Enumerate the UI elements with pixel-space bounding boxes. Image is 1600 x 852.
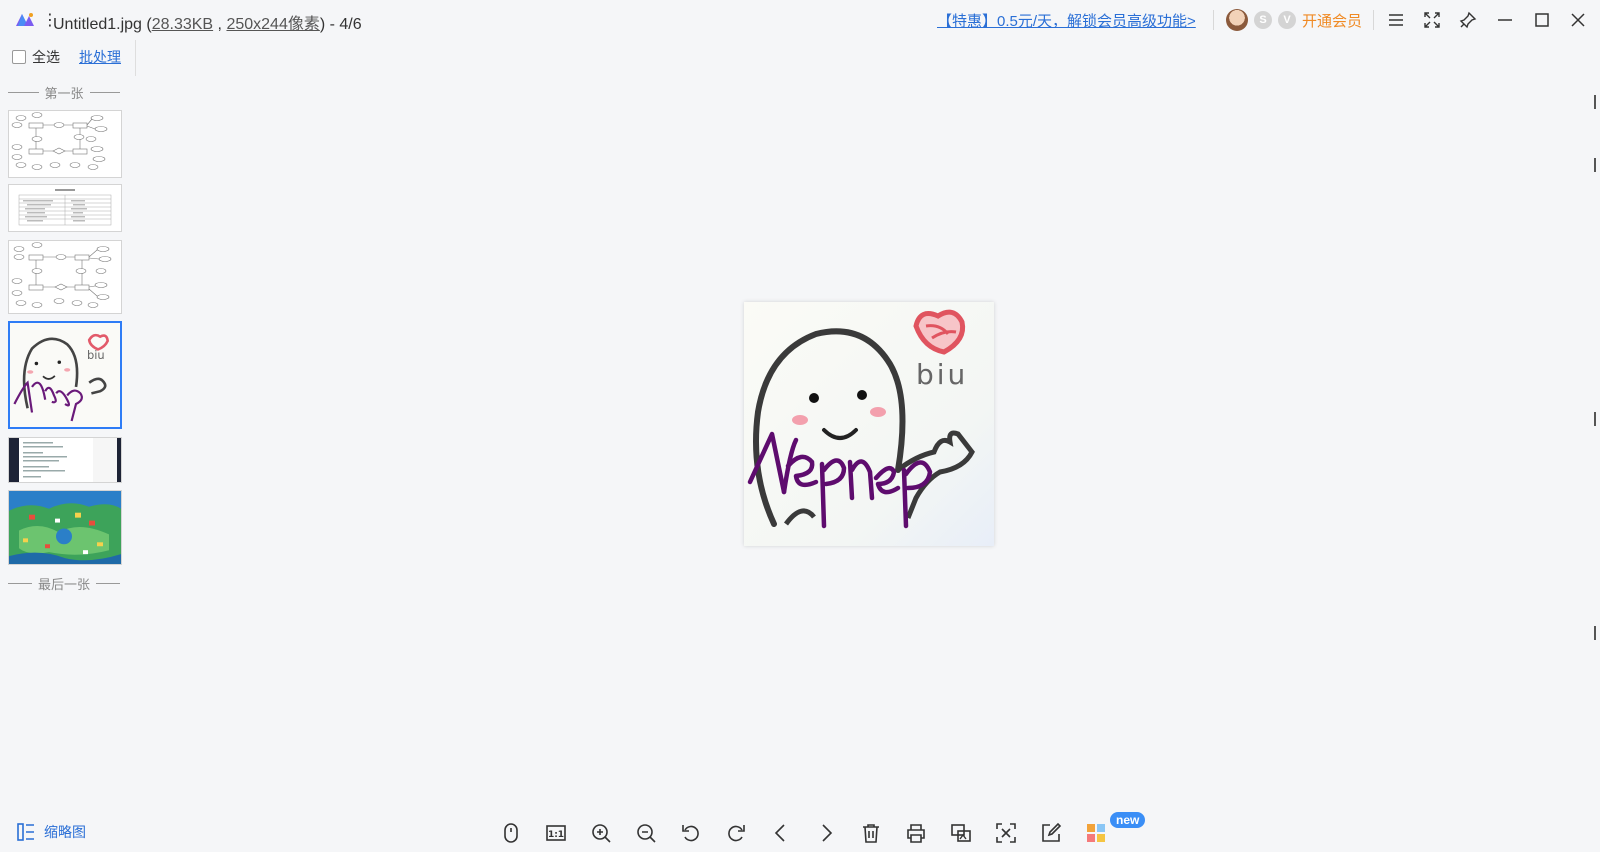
thumbnail-5[interactable] xyxy=(8,437,122,483)
image-dimensions: 250x244像素 xyxy=(226,16,320,33)
vip-promo-link[interactable]: 【特惠】0.5元/天，解锁会员高级功能> xyxy=(937,10,1196,31)
zoom-in-button[interactable] xyxy=(588,820,614,846)
ocr-button[interactable] xyxy=(993,820,1019,846)
svip-badge-icon: S xyxy=(1254,11,1272,29)
file-size: 28.33KB xyxy=(151,16,214,33)
edit-icon xyxy=(1042,822,1062,842)
thumbnail-1[interactable] xyxy=(8,110,122,178)
close-button[interactable] xyxy=(1564,6,1592,34)
rotate-right-button[interactable] xyxy=(723,820,749,846)
minimize-button[interactable] xyxy=(1491,6,1519,34)
panel-divider xyxy=(135,40,136,76)
select-all-checkbox[interactable]: 全选 xyxy=(12,47,60,67)
file-name: Untitled1.jpg ( xyxy=(53,16,152,33)
window-title: Untitled1.jpg (28.33KB , 250x244像素) - 4/… xyxy=(53,10,362,34)
next-image-button[interactable] xyxy=(813,820,839,846)
vip-crown-icon: V xyxy=(1278,11,1296,29)
zoom-in-icon xyxy=(592,824,611,843)
new-badge: new xyxy=(1110,812,1146,828)
mouse-mode-button[interactable] xyxy=(498,820,524,846)
fullscreen-icon xyxy=(1424,12,1440,28)
print-button[interactable] xyxy=(903,820,929,846)
edit-button[interactable] xyxy=(1038,820,1064,846)
maximize-button[interactable] xyxy=(1528,6,1556,34)
first-image-label: 第一张 xyxy=(44,86,84,101)
chevron-right-icon xyxy=(822,824,833,842)
last-image-label: 最后一张 xyxy=(38,577,91,592)
apps-button[interactable] xyxy=(1083,820,1109,846)
trash-icon xyxy=(863,824,879,843)
fullscreen-button[interactable] xyxy=(1418,6,1446,34)
thumbnail-toggle-label: 缩略图 xyxy=(44,824,86,840)
right-scrollbar[interactable] xyxy=(1594,40,1596,800)
screenshot-thumbnail-image xyxy=(9,438,121,482)
minimize-icon xyxy=(1498,19,1512,21)
main-image-view[interactable]: biu xyxy=(744,302,994,546)
main-menu-button[interactable] xyxy=(1382,6,1410,34)
pin-button[interactable] xyxy=(1454,6,1482,34)
er-diagram-thumbnail-image xyxy=(11,242,112,308)
thumbnail-2[interactable] xyxy=(8,184,122,232)
svg-text:1:1: 1:1 xyxy=(548,830,564,840)
image-position: ) - 4/6 xyxy=(319,16,362,33)
previous-image-button[interactable] xyxy=(768,820,794,846)
user-avatar[interactable] xyxy=(1226,9,1248,31)
biu-text: biu xyxy=(916,358,968,391)
cartoon-character-image: biu xyxy=(744,302,994,546)
rotate-left-icon xyxy=(682,825,699,842)
app-logo-icon xyxy=(16,13,34,26)
rotate-left-button[interactable] xyxy=(678,820,704,846)
zoom-out-button[interactable] xyxy=(633,820,659,846)
text-scan-icon xyxy=(996,823,1016,843)
select-all-label: 全选 xyxy=(32,49,60,65)
cartoon-thumbnail-image: biu xyxy=(10,323,120,427)
title-separator: , xyxy=(213,16,227,33)
thumbnail-4[interactable]: biu xyxy=(8,321,122,429)
last-image-divider: 最后一张 xyxy=(8,574,120,593)
titlebar-separator xyxy=(1213,10,1214,30)
image-convert-icon xyxy=(951,824,971,842)
titlebar-separator xyxy=(1373,10,1374,30)
er-diagram-thumbnail-image xyxy=(11,112,108,170)
printer-icon xyxy=(907,824,925,843)
actual-size-button[interactable]: 1:1 xyxy=(543,820,569,846)
sidebar-layout-icon xyxy=(17,823,34,841)
first-image-divider: 第一张 xyxy=(8,83,120,102)
park-map-thumbnail-image xyxy=(9,491,121,564)
actual-size-icon: 1:1 xyxy=(546,825,566,841)
convert-format-button[interactable] xyxy=(948,820,974,846)
hamburger-icon xyxy=(1389,14,1403,26)
close-icon xyxy=(1571,13,1585,27)
pin-icon xyxy=(1459,11,1477,29)
bottom-toolbar xyxy=(0,808,1600,852)
rotate-right-icon xyxy=(728,825,745,842)
thumbnail-6[interactable] xyxy=(8,490,122,565)
delete-button[interactable] xyxy=(858,820,884,846)
thumbnail-toggle-button[interactable]: 缩略图 xyxy=(16,822,86,842)
batch-process-link[interactable]: 批处理 xyxy=(79,47,121,67)
mouse-icon xyxy=(504,823,518,843)
checkbox-box[interactable] xyxy=(12,50,26,64)
thumbnail-3[interactable] xyxy=(8,240,122,314)
open-vip-button[interactable]: 开通会员 xyxy=(1302,10,1362,31)
svg-text:biu: biu xyxy=(87,349,105,362)
apps-grid-icon xyxy=(1087,824,1105,842)
chevron-left-icon xyxy=(774,824,785,842)
file-menu-icon[interactable]: ⋮ xyxy=(42,10,58,30)
maximize-icon xyxy=(1535,13,1549,27)
table-document-thumbnail-image xyxy=(18,189,112,226)
title-bar: ⋮ Untitled1.jpg (28.33KB , 250x244像素) - … xyxy=(0,0,1600,40)
zoom-out-icon xyxy=(637,824,656,843)
